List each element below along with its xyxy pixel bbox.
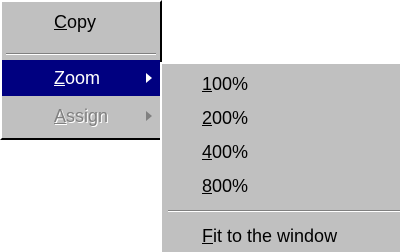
menu-separator [6,53,156,55]
zoom-item-400[interactable]: 400% [162,134,398,170]
mnemonic-1: 1 [202,74,213,94]
zoom-item-100-label: 00% [212,74,249,94]
menu-item-copy[interactable]: Copy [2,4,160,40]
zoom-item-400-label: 00% [212,142,249,162]
zoom-item-800[interactable]: 800% [162,168,398,204]
mnemonic-f: F [202,226,213,246]
zoom-item-200[interactable]: 200% [162,100,398,136]
menu-item-assign-label: ssign [66,106,109,126]
zoom-item-800-label: 00% [212,176,249,196]
submenu-arrow-icon [146,111,152,121]
zoom-submenu: 100% 200% 400% 800% Fit to the window [160,62,400,252]
mnemonic-8: 8 [202,176,213,196]
zoom-item-fit-label: it to the window [213,226,338,246]
menu-item-zoom[interactable]: Zoom [2,60,160,96]
submenu-separator [168,210,400,212]
zoom-item-200-label: 00% [212,108,249,128]
menu-item-copy-label: opy [67,12,97,32]
submenu-arrow-icon [146,73,152,83]
mnemonic-2: 2 [202,108,213,128]
zoom-item-100[interactable]: 100% [162,66,398,102]
zoom-item-fit-to-window[interactable]: Fit to the window [162,218,398,252]
mnemonic-4: 4 [202,142,213,162]
mnemonic-c: C [54,12,67,32]
menu-item-zoom-label: oom [65,68,101,88]
mnemonic-z: Z [54,68,65,88]
mnemonic-a: A [54,106,67,126]
context-menu: Copy Zoom Assign [0,0,162,140]
menu-item-assign: Assign [2,98,160,134]
